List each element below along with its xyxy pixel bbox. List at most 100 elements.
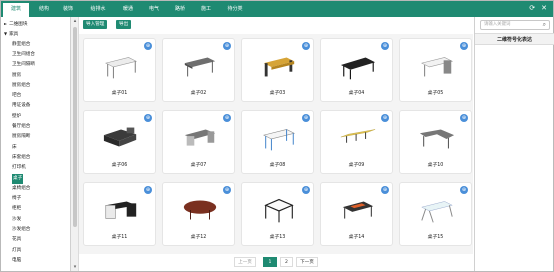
model-card[interactable]: ⊕ 桌子05 xyxy=(399,38,472,102)
import-manage-button[interactable]: 导入管理 xyxy=(83,20,108,29)
add-badge-icon[interactable]: ⊕ xyxy=(381,42,389,50)
tree-item[interactable]: 花具 xyxy=(12,235,21,245)
model-card[interactable]: ⊕ 桌子12 xyxy=(162,182,235,246)
tab-plumbing[interactable]: 给排水 xyxy=(83,1,113,17)
scroll-thumb[interactable] xyxy=(73,27,77,227)
tab-construction[interactable]: 施工 xyxy=(195,1,217,17)
add-badge-icon[interactable]: ⊕ xyxy=(144,186,152,194)
add-badge-icon[interactable]: ⊕ xyxy=(381,186,389,194)
model-card[interactable]: ⊕ 桌子02 xyxy=(162,38,235,102)
tab-unclassified[interactable]: 待分类 xyxy=(221,1,249,17)
add-badge-icon[interactable]: ⊕ xyxy=(144,42,152,50)
tab-electrical[interactable]: 电气 xyxy=(143,1,165,17)
tree-item[interactable]: 床套组合 xyxy=(12,153,30,163)
card-label: 桌子08 xyxy=(269,163,286,168)
tree-item[interactable]: 桌椅组合 xyxy=(12,184,30,194)
tree-item-label: 家具 xyxy=(9,32,19,38)
expanded-arrow-icon[interactable]: ▼ xyxy=(4,31,7,36)
tree-item-label: 二维图块 xyxy=(9,22,28,27)
tab-decoration[interactable]: 装饰 xyxy=(57,1,79,17)
scroll-down-icon[interactable]: ▾ xyxy=(72,264,78,270)
add-badge-icon[interactable]: ⊕ xyxy=(460,114,468,122)
tree-item-label: 餐厅组合 xyxy=(12,124,31,129)
tree-item[interactable]: 卫生间组合 xyxy=(12,50,35,60)
tree-item[interactable]: 灯具 xyxy=(12,246,21,256)
model-card[interactable]: ⊕ 桌子04 xyxy=(320,38,393,102)
refresh-icon[interactable]: ⟳ xyxy=(529,4,535,12)
add-badge-icon[interactable]: ⊕ xyxy=(223,186,231,194)
tree-item[interactable]: 厨房组合 xyxy=(12,81,30,91)
tree-item[interactable]: 床 xyxy=(12,143,17,153)
tree-item-label: 卫生间隔断 xyxy=(12,62,35,68)
model-card[interactable]: ⊕ 桌子07 xyxy=(162,110,235,174)
export-button[interactable]: 导出 xyxy=(116,20,132,29)
tree-item[interactable]: 厨房 xyxy=(12,71,21,81)
scroll-up-icon[interactable]: ▴ xyxy=(72,18,78,24)
table-thumbnail xyxy=(421,201,453,223)
tab-roads-bridges[interactable]: 路桥 xyxy=(169,1,191,17)
tree-item[interactable]: 打印机 xyxy=(12,163,26,173)
add-badge-icon[interactable]: ⊕ xyxy=(302,42,310,50)
sidebar-scrollbar[interactable]: ▴ ▾ xyxy=(71,17,79,271)
model-card[interactable]: ⊕ 桌子09 xyxy=(320,110,393,174)
page-1-button[interactable]: 1 xyxy=(263,257,277,267)
add-badge-icon[interactable]: ⊕ xyxy=(302,114,310,122)
tree-item[interactable]: 电脑 xyxy=(12,256,21,266)
tab-hvac[interactable]: 暖通 xyxy=(117,1,139,17)
tree-item[interactable]: 沙发组合 xyxy=(12,225,30,235)
tree-item[interactable]: ► 二维图块 xyxy=(4,19,27,29)
search-placeholder: 请输入关键词 xyxy=(484,22,511,27)
table-thumbnail xyxy=(103,127,137,147)
top-nav: 建筑 结构 装饰 给排水 暖通 电气 路桥 施工 待分类 ⟳ ✕ xyxy=(1,1,553,17)
next-page-button[interactable]: 下一页 xyxy=(296,257,318,267)
page-2-button[interactable]: 2 xyxy=(280,257,293,267)
card-label: 桌子12 xyxy=(190,235,207,240)
add-badge-icon[interactable]: ⊕ xyxy=(460,186,468,194)
collapsed-arrow-icon[interactable]: ► xyxy=(4,21,7,26)
tree-item[interactable]: 壁炉 xyxy=(12,112,21,122)
model-card[interactable]: ⊕ 桌子03 xyxy=(241,38,314,102)
model-card[interactable]: ⊕ 桌子06 xyxy=(83,110,156,174)
add-badge-icon[interactable]: ⊕ xyxy=(144,114,152,122)
tree-item-selected[interactable]: 桌子 xyxy=(12,173,24,184)
tree-item[interactable]: 静室组合 xyxy=(12,40,30,50)
close-icon[interactable]: ✕ xyxy=(541,4,547,12)
card-label: 桌子07 xyxy=(190,163,207,168)
tree-item[interactable]: 用证设备 xyxy=(12,101,30,111)
add-badge-icon[interactable]: ⊕ xyxy=(381,114,389,122)
model-card[interactable]: ⊕ 桌子01 xyxy=(83,38,156,102)
tree-item-label: 厨房隔断 xyxy=(12,134,31,140)
model-card[interactable]: ⊕ 桌子13 xyxy=(241,182,314,246)
tree-item-label: 床 xyxy=(12,144,17,150)
add-badge-icon[interactable]: ⊕ xyxy=(302,186,310,194)
table-thumbnail xyxy=(104,57,138,79)
card-label: 桌子13 xyxy=(269,235,286,240)
tree-item[interactable]: 吧台 xyxy=(12,91,21,101)
add-badge-icon[interactable]: ⊕ xyxy=(223,42,231,50)
table-thumbnail xyxy=(262,129,296,151)
tab-structure[interactable]: 结构 xyxy=(33,1,55,17)
tree-item[interactable]: 卫生间隔断 xyxy=(12,60,35,70)
model-card[interactable]: ⊕ 桌子15 xyxy=(399,182,472,246)
tree-item[interactable]: 沙发 xyxy=(12,215,21,225)
model-card[interactable]: ⊕ 桌子14 xyxy=(320,182,393,246)
add-badge-icon[interactable]: ⊕ xyxy=(460,42,468,50)
model-card[interactable]: ⊕ 桌子10 xyxy=(399,110,472,174)
tree-item[interactable]: 柜柜 xyxy=(12,204,21,214)
table-thumbnail xyxy=(183,200,217,220)
tree-item[interactable]: ▼ 家具 xyxy=(4,29,18,39)
table-thumbnail xyxy=(420,57,454,77)
search-input[interactable]: 请输入关键词 ⌕ xyxy=(480,20,550,30)
tab-building[interactable]: 建筑 xyxy=(3,1,29,17)
card-label: 桌子15 xyxy=(427,235,444,240)
search-icon[interactable]: ⌕ xyxy=(543,21,546,29)
tree-item[interactable]: 厨房隔断 xyxy=(12,132,30,142)
card-label: 桌子14 xyxy=(348,235,365,240)
prev-page-button[interactable]: 上一页 xyxy=(234,257,256,267)
tree-item[interactable]: 餐厅组合 xyxy=(12,122,30,132)
tree-item[interactable]: 椅子 xyxy=(12,194,21,204)
table-thumbnail xyxy=(263,57,295,77)
model-card[interactable]: ⊕ 桌子11 xyxy=(83,182,156,246)
model-card[interactable]: ⊕ 桌子08 xyxy=(241,110,314,174)
add-badge-icon[interactable]: ⊕ xyxy=(223,114,231,122)
